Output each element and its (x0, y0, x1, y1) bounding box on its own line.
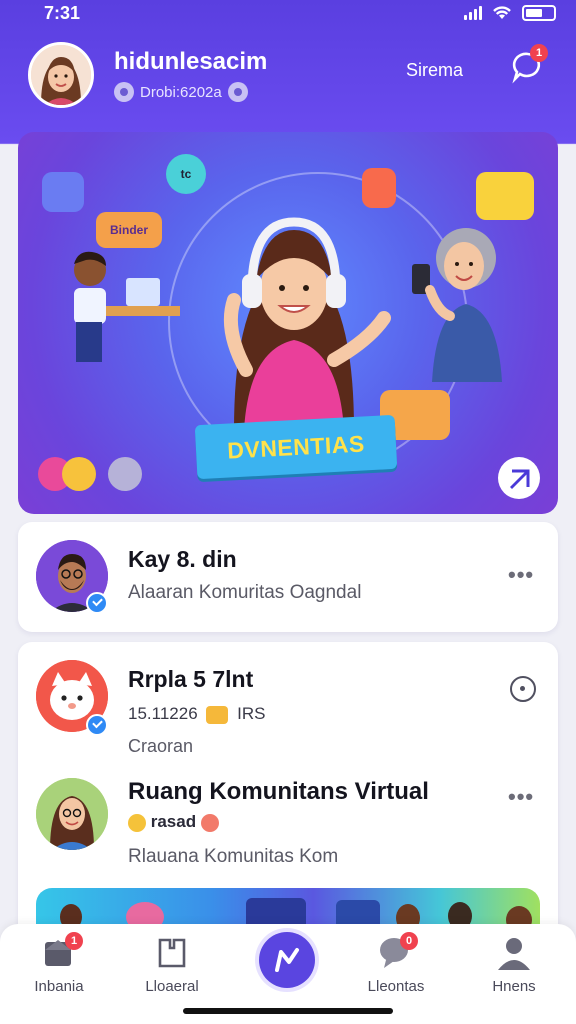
emoji-icon (128, 813, 146, 832)
card-subtitle: Alaaran Komuritas Oagndal (128, 582, 362, 603)
list-item[interactable]: Rrpla 5 7lnt 15.11226 IRS Craoran (18, 642, 558, 772)
avatar-portrait (31, 45, 91, 105)
emoji-icon (200, 813, 219, 832)
reaction-smile-icon[interactable] (62, 457, 96, 491)
list-item-sub: Craoran (128, 736, 194, 756)
nav-item-inbox[interactable]: 1 Inbania (9, 932, 109, 995)
nav-badge: 1 (65, 932, 83, 950)
edit-icon (510, 469, 530, 489)
list-item-meta-suffix: IRS (237, 704, 266, 723)
list-item-title: Rrpla 5 7lnt (128, 666, 254, 692)
star-sticker-icon (42, 172, 84, 212)
nav-item-chats[interactable]: 0 Lleontas (346, 932, 446, 995)
status-bar: 7:31 (0, 0, 576, 28)
nav-label: Inbania (34, 978, 84, 995)
banner-illustration-elder (412, 228, 502, 382)
hero-banner[interactable]: Binder tc DVNENTIAS (18, 132, 558, 514)
featured-card[interactable]: Kay 8. din Alaaran Komuritas Oagndal ••• (18, 522, 558, 632)
more-icon[interactable]: ••• (508, 562, 534, 588)
chat-button[interactable]: 1 (510, 44, 548, 84)
profile-icon (494, 932, 534, 972)
banner-illustration-listener (223, 217, 391, 430)
home-indicator (183, 1008, 393, 1014)
location-pin-icon[interactable] (510, 676, 536, 702)
nav-label: Lloaeral (145, 978, 199, 995)
signal-icon (464, 6, 482, 20)
status-icons (464, 5, 556, 21)
profile-avatar[interactable] (28, 42, 94, 108)
nav-label: Hnens (492, 978, 536, 995)
list-item[interactable]: Ruang Komunitans Virtual rasad Rlauana K… (18, 774, 558, 892)
list-item-sub: Rlauana Komunitas Kom (128, 846, 339, 867)
compose-button[interactable] (259, 932, 315, 988)
nav-label: Lleontas (367, 978, 425, 995)
verified-badge-icon (86, 592, 108, 614)
inbox-icon: 1 (39, 932, 83, 972)
reaction-more-icon[interactable] (108, 457, 142, 491)
banner-tag-top: tc (166, 154, 206, 194)
user-subline-text: Drobi:6202a (140, 83, 222, 101)
compose-icon (275, 948, 299, 972)
wifi-icon (493, 6, 511, 19)
banner-edit-button[interactable] (498, 457, 540, 499)
banner-illustration-worker (74, 251, 180, 362)
card-title: Kay 8. din (128, 546, 237, 572)
list-item-meta: 15.11226 IRS (128, 704, 265, 724)
header-action-link[interactable]: Sirema (406, 60, 463, 81)
group-icon (114, 82, 134, 102)
header: hidunlesacim Drobi:6202a Sirema 1 (0, 38, 576, 114)
chat-icon: 0 (376, 932, 418, 972)
more-icon[interactable]: ••• (508, 784, 534, 810)
battery-icon (522, 5, 556, 21)
list-item-meta-text: 15.11226 (128, 704, 198, 723)
list-item-meta: rasad (128, 812, 219, 832)
settings-icon[interactable] (227, 82, 248, 102)
chat-badge: 1 (530, 44, 548, 62)
verified-badge-icon (86, 714, 108, 736)
list-avatar[interactable] (36, 778, 108, 850)
banner-reactions (38, 457, 142, 491)
banner-ribbon: DVNENTIAS (194, 414, 398, 480)
nav-item-discover[interactable]: Lloaeral (122, 932, 222, 995)
user-subline: Drobi:6202a (114, 82, 248, 102)
avatar-portrait (36, 778, 108, 850)
nav-item-profile[interactable]: Hnens (464, 932, 564, 995)
banner-ribbon-text: DVNENTIAS (226, 429, 366, 464)
list-item-title: Ruang Komunitans Virtual (128, 778, 429, 805)
list-item-meta-text: rasad (150, 812, 197, 831)
trophy-icon (206, 705, 229, 724)
username: hidunlesacim (114, 48, 268, 75)
discover-icon (152, 932, 192, 972)
status-time: 7:31 (44, 3, 81, 23)
nav-badge: 0 (400, 932, 418, 950)
